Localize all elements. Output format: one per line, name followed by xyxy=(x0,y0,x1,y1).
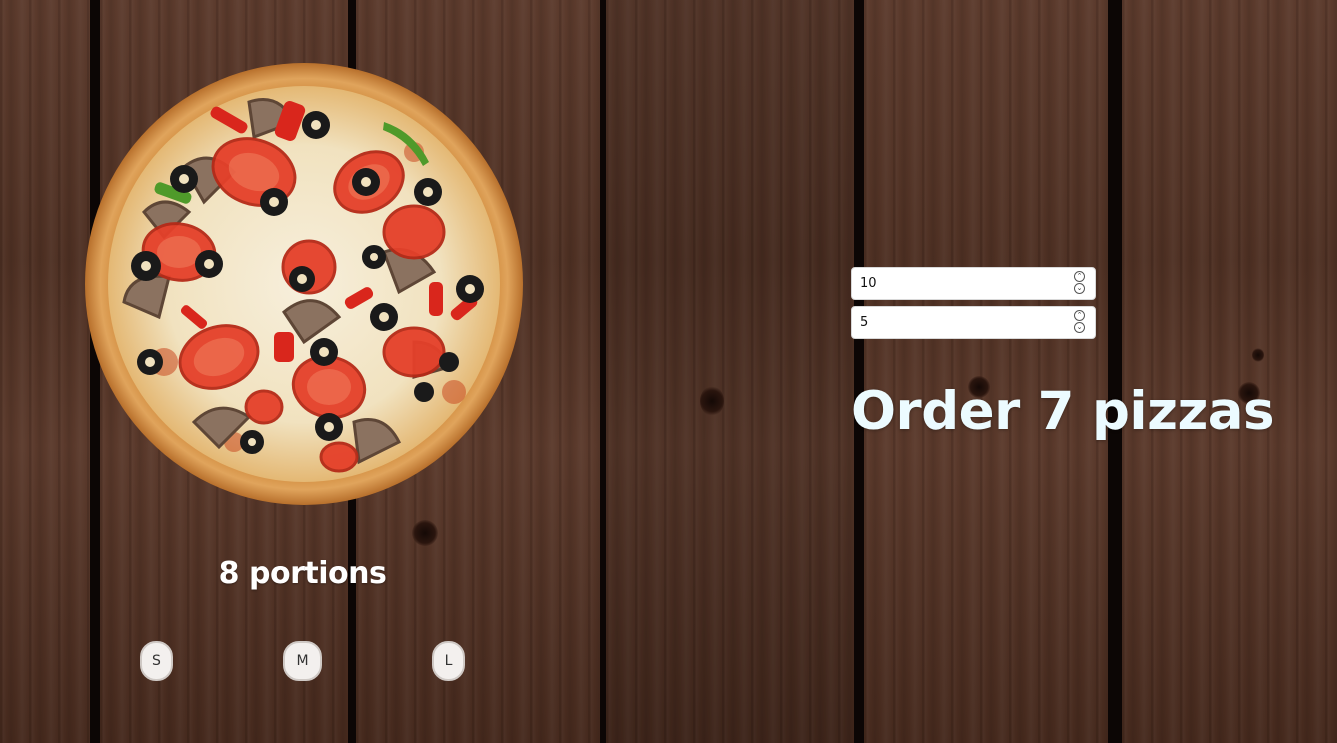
wood-plank xyxy=(864,0,1108,743)
size-large-button[interactable]: L xyxy=(432,641,465,681)
chevron-down-icon[interactable]: ⌄ xyxy=(1074,283,1085,294)
plank-gap xyxy=(1108,0,1122,743)
slices-spinner[interactable]: ⌃ ⌄ xyxy=(1074,310,1087,336)
pizza-image xyxy=(84,62,524,506)
people-input[interactable] xyxy=(860,268,1060,299)
chevron-down-icon[interactable]: ⌄ xyxy=(1074,322,1085,333)
size-small-button[interactable]: S xyxy=(140,641,173,681)
people-spinner[interactable]: ⌃ ⌄ xyxy=(1074,271,1087,297)
chevron-up-icon[interactable]: ⌃ xyxy=(1074,310,1085,321)
wood-knot xyxy=(700,386,724,416)
wood-knot xyxy=(1252,348,1264,362)
plank-gap xyxy=(854,0,864,743)
wood-knot xyxy=(412,520,438,546)
wood-plank xyxy=(606,0,854,743)
size-medium-button[interactable]: M xyxy=(283,641,322,681)
portions-count: 8 portions xyxy=(218,556,387,591)
wood-plank xyxy=(0,0,90,743)
people-field: ⌃ ⌄ xyxy=(851,267,1096,300)
slices-field: ⌃ ⌄ xyxy=(851,306,1096,339)
slices-input[interactable] xyxy=(860,307,1060,338)
page: 8 portions S M L ⌃ ⌄ ⌃ ⌄ Order 7 pizzas xyxy=(0,0,1337,743)
chevron-up-icon[interactable]: ⌃ xyxy=(1074,271,1085,282)
wood-plank xyxy=(1122,0,1337,743)
order-summary: Order 7 pizzas xyxy=(851,381,1275,442)
